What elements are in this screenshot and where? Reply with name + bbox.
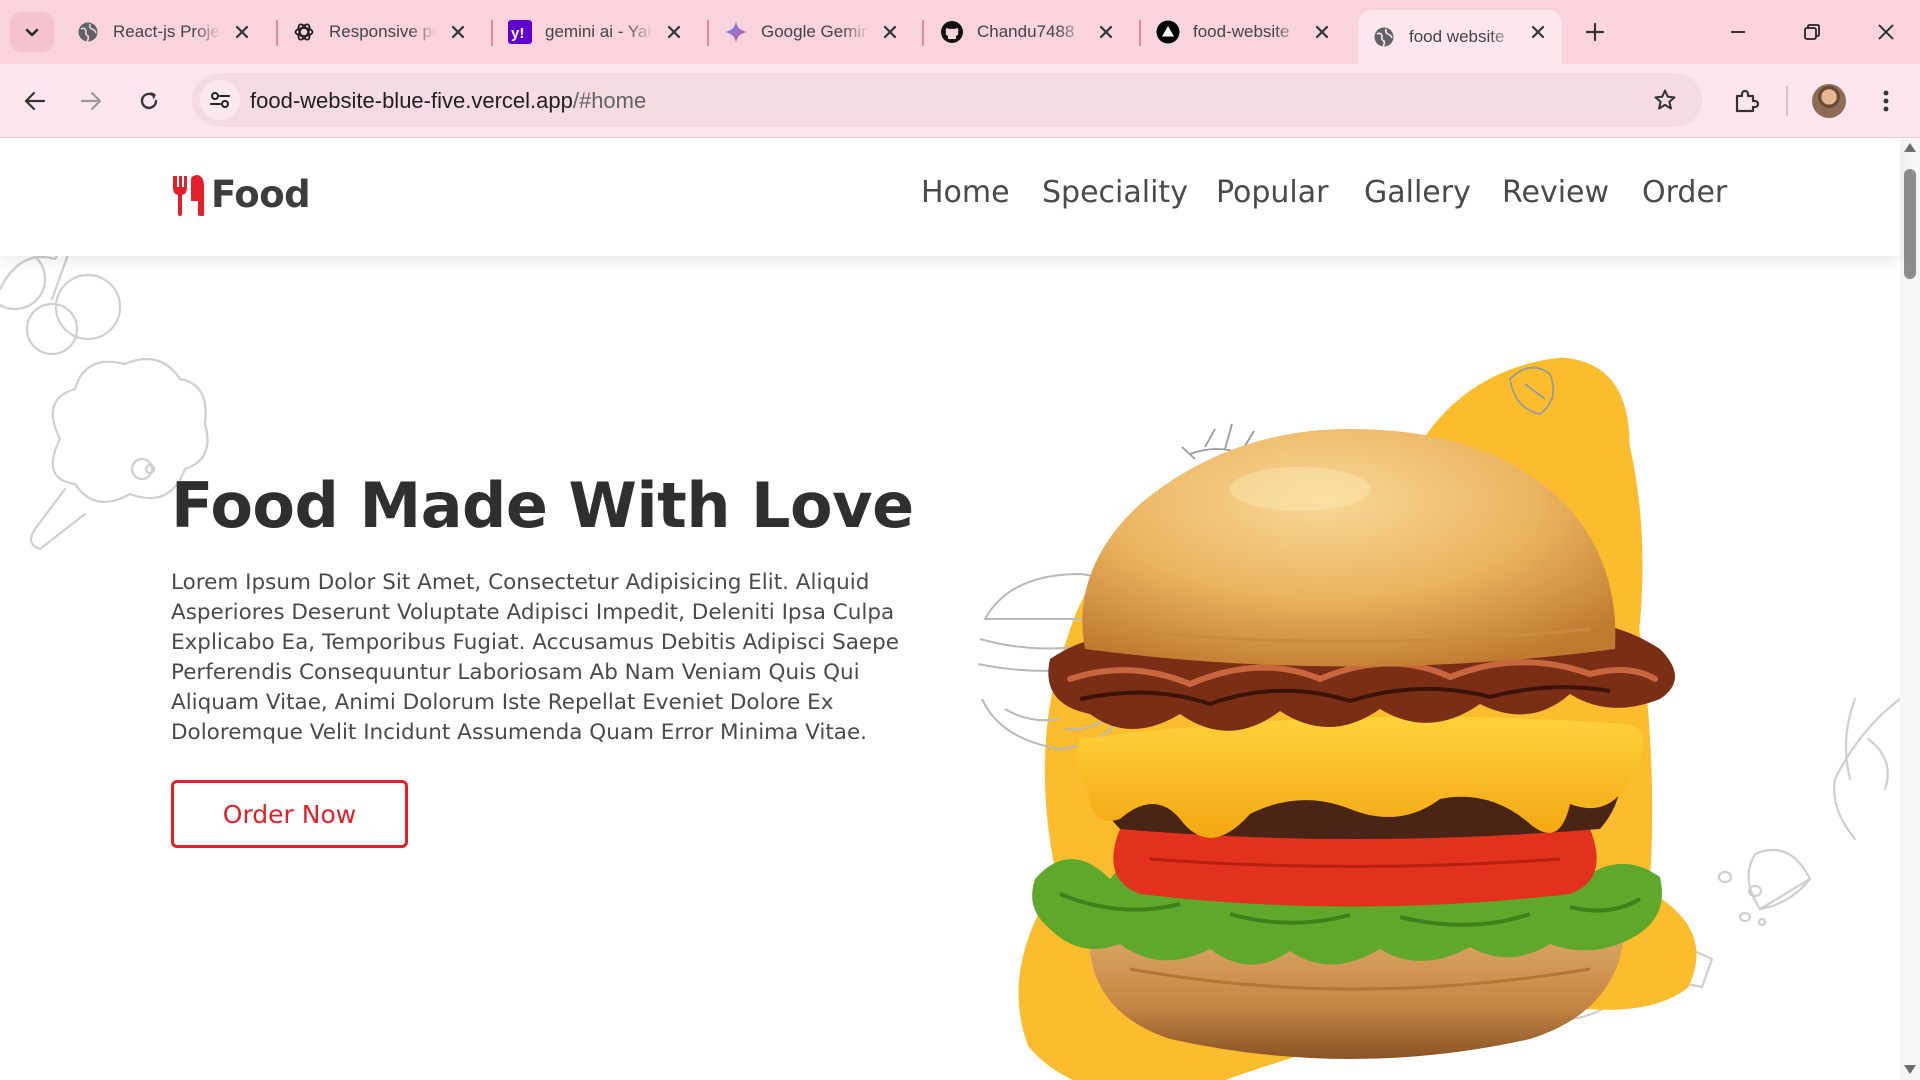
close-icon[interactable] — [230, 20, 254, 44]
browser-menu-button[interactable] — [1866, 81, 1906, 121]
close-icon[interactable] — [662, 20, 686, 44]
star-icon — [1654, 89, 1676, 110]
tab-food-website-vercel[interactable]: food-website — [1142, 10, 1346, 54]
browser-toolbar: food-website-blue-five.vercel.app/#home — [0, 64, 1920, 138]
scroll-down-arrow[interactable] — [1904, 1065, 1916, 1074]
tab-separator — [922, 20, 924, 46]
puzzle-icon — [1735, 89, 1759, 113]
forward-button[interactable] — [71, 81, 111, 121]
tab-title: React-js Projects — [113, 22, 221, 41]
nav-gallery[interactable]: Gallery — [1364, 175, 1471, 210]
tab-title: food-website — [1193, 22, 1290, 41]
url-path: /#home — [572, 88, 647, 113]
more-vert-icon — [1883, 90, 1889, 112]
new-tab-button[interactable] — [1578, 17, 1612, 47]
close-window-button[interactable] — [1862, 14, 1910, 50]
close-icon[interactable] — [878, 20, 902, 44]
restore-button[interactable] — [1788, 14, 1836, 50]
toolbar-divider — [1786, 86, 1788, 116]
tune-icon — [210, 92, 230, 108]
svg-text:y!: y! — [511, 25, 524, 42]
page-viewport: Food Home Speciality Popular Gallery Rev… — [0, 139, 1920, 1080]
plus-icon — [1585, 22, 1605, 42]
extensions-button[interactable] — [1726, 81, 1766, 121]
site-header: Food Home Speciality Popular Gallery Rev… — [0, 139, 1900, 256]
order-now-button[interactable]: Order Now — [171, 780, 408, 848]
github-icon — [940, 20, 964, 44]
hero-description: Lorem Ipsum Dolor Sit Amet, Consectetur … — [171, 570, 899, 745]
bookmark-button[interactable] — [1648, 83, 1682, 117]
yahoo-icon: y! — [508, 20, 532, 44]
url-text: food-website-blue-five.vercel.app/#home — [250, 88, 646, 114]
restore-icon — [1804, 24, 1820, 40]
close-icon[interactable] — [1310, 20, 1334, 44]
reload-button[interactable] — [129, 81, 169, 121]
close-icon — [1878, 24, 1894, 40]
reload-icon — [140, 92, 158, 110]
chevron-down-icon — [25, 28, 39, 37]
back-button[interactable] — [15, 81, 55, 121]
browser-tab-bar: React-js Projects Responsive portfolio y… — [0, 0, 1920, 64]
tab-title: Chandu7488 — [977, 22, 1075, 41]
tab-title: gemini ai - Yahoo — [545, 22, 653, 41]
tab-separator — [707, 20, 709, 46]
globe-icon — [76, 20, 100, 44]
nav-speciality[interactable]: Speciality — [1042, 175, 1188, 210]
openai-icon — [292, 20, 316, 44]
arrow-left-icon — [24, 91, 46, 111]
nav-order[interactable]: Order — [1642, 175, 1727, 210]
minimize-icon — [1731, 31, 1745, 33]
vercel-icon — [1156, 20, 1180, 44]
arrow-right-icon — [80, 91, 102, 111]
hero-burger-image — [977, 357, 1697, 1080]
tab-title: Responsive portfolio — [329, 22, 437, 41]
nav-review[interactable]: Review — [1502, 175, 1609, 210]
gemini-icon — [724, 20, 748, 44]
tab-responsive-portfolio[interactable]: Responsive portfolio — [278, 10, 482, 54]
scroll-up-arrow[interactable] — [1904, 143, 1916, 152]
nav-home[interactable]: Home — [921, 175, 1010, 210]
utensils-icon — [173, 174, 204, 216]
page-scrollbar[interactable] — [1900, 139, 1920, 1080]
hero-title: Food Made With Love — [171, 469, 914, 542]
profile-avatar[interactable] — [1812, 84, 1846, 118]
minimize-button[interactable] — [1714, 14, 1762, 50]
address-bar[interactable]: food-website-blue-five.vercel.app/#home — [192, 73, 1702, 127]
globe-icon — [1372, 25, 1396, 49]
tab-gemini-yahoo[interactable]: y! gemini ai - Yahoo — [494, 10, 698, 54]
site-logo[interactable]: Food — [171, 173, 311, 216]
tab-title: Google Gemini — [761, 22, 869, 41]
close-icon[interactable] — [1526, 20, 1550, 44]
tab-food-website-active[interactable]: food website — [1358, 10, 1562, 64]
url-host: food-website-blue-five.vercel.app — [250, 88, 573, 113]
nav-popular[interactable]: Popular — [1216, 175, 1329, 210]
tab-title: food website — [1409, 27, 1505, 46]
scroll-thumb[interactable] — [1904, 169, 1916, 279]
close-icon[interactable] — [1094, 20, 1118, 44]
site-info-button[interactable] — [200, 80, 240, 120]
tab-google-gemini[interactable]: Google Gemini — [710, 10, 914, 54]
tab-separator — [491, 20, 493, 46]
tab-search-button[interactable] — [10, 12, 54, 52]
logo-text: Food — [211, 173, 311, 216]
close-icon[interactable] — [446, 20, 470, 44]
tab-react-projects[interactable]: React-js Projects — [62, 10, 266, 54]
tab-github[interactable]: Chandu7488 — [926, 10, 1130, 54]
tab-separator — [1139, 20, 1141, 46]
